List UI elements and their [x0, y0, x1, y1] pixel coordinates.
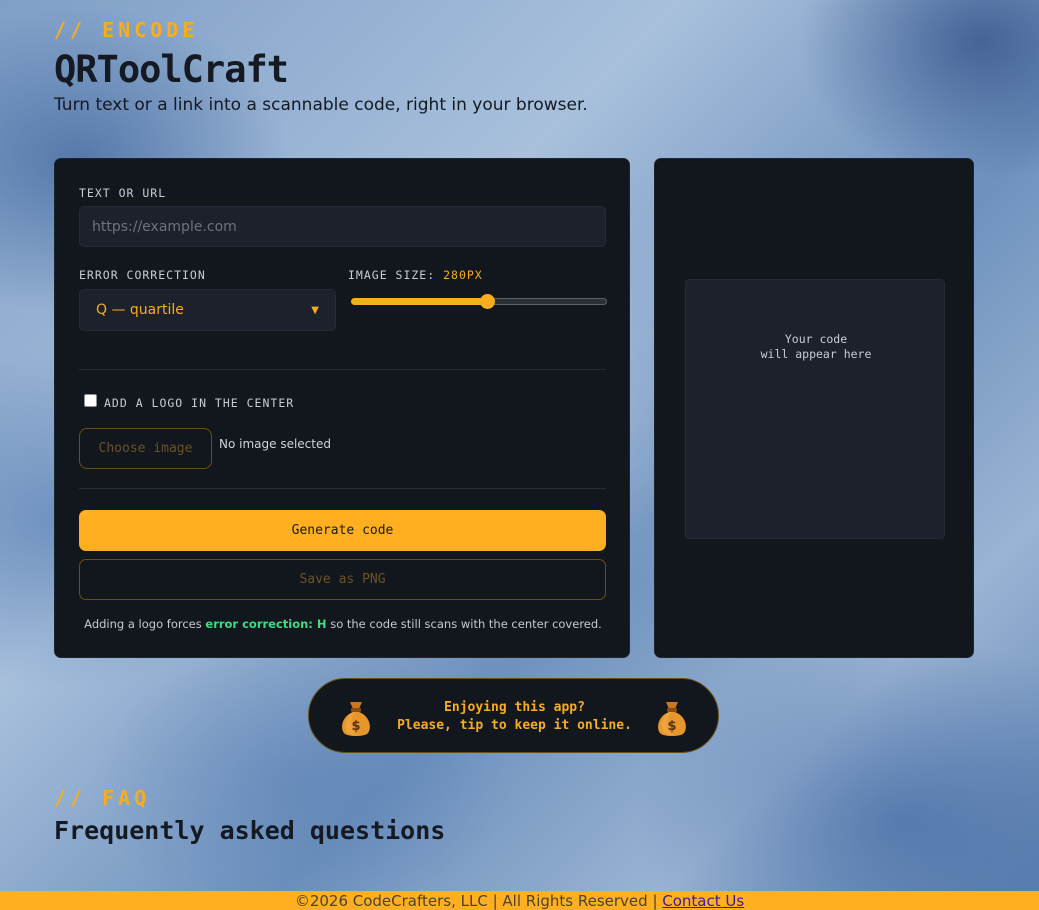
svg-text:$: $: [667, 719, 676, 734]
money-bag-icon: $: [342, 702, 370, 736]
page-footer: ©2026 CodeCrafters, LLC | All Rights Res…: [0, 891, 1039, 910]
choose-image-button[interactable]: Choose image: [79, 428, 212, 469]
no-image-status: No image selected: [219, 437, 331, 451]
generate-code-button[interactable]: Generate code: [79, 510, 606, 551]
text-url-label: TEXT OR URL: [79, 186, 167, 200]
tip-banner[interactable]: $ Enjoying this app? Please, tip to keep…: [308, 678, 719, 753]
tip-line-2: Please, tip to keep it online.: [397, 718, 632, 733]
error-correction-select[interactable]: Q — quartile ▼: [79, 289, 336, 331]
preview-card: Your code will appear here: [654, 158, 974, 658]
chevron-down-icon: ▼: [311, 304, 319, 316]
page-title: QRToolCraft: [54, 48, 289, 91]
tip-message: Enjoying this app? Please, tip to keep i…: [371, 699, 658, 735]
logo-note-text-end: so the code still scans with the center …: [326, 617, 602, 631]
form-divider: [79, 369, 606, 370]
form-divider: [79, 488, 606, 489]
image-size-label: IMAGE SIZE: 280PX: [348, 268, 483, 282]
preview-placeholder: Your code will appear here: [760, 332, 872, 361]
logo-note: Adding a logo forces error correction: H…: [55, 617, 631, 631]
error-correction-label: ERROR CORRECTION: [79, 268, 206, 282]
encoder-form-card: TEXT OR URL ERROR CORRECTION Q — quartil…: [54, 158, 630, 658]
faq-kicker: // FAQ: [54, 786, 151, 810]
error-correction-value: Q — quartile: [96, 302, 184, 318]
slider-thumb[interactable]: [480, 294, 495, 309]
save-png-button[interactable]: Save as PNG: [79, 559, 606, 600]
faq-section: // FAQ Frequently asked questions: [54, 786, 445, 845]
section-kicker: // ENCODE: [54, 18, 199, 42]
faq-title: Frequently asked questions: [54, 816, 446, 845]
image-size-label-text: IMAGE SIZE:: [348, 268, 436, 282]
page-subtitle: Turn text or a link into a scannable cod…: [54, 95, 588, 115]
image-size-slider[interactable]: [351, 294, 607, 309]
contact-us-link[interactable]: Contact Us: [662, 892, 744, 910]
add-logo-checkbox[interactable]: [84, 394, 97, 407]
tip-line-1: Enjoying this app?: [444, 700, 585, 715]
logo-note-highlight: error correction: H: [205, 617, 327, 631]
footer-copyright: ©2026 CodeCrafters, LLC | All Rights Res…: [294, 892, 663, 910]
page-header: // ENCODE QRToolCraft Turn text or a lin…: [54, 18, 588, 115]
add-logo-label: ADD A LOGO IN THE CENTER: [104, 396, 295, 410]
svg-text:$: $: [351, 719, 360, 734]
text-url-input[interactable]: [79, 206, 606, 247]
qr-preview-area: Your code will appear here: [685, 279, 945, 539]
image-size-value: 280PX: [443, 268, 483, 282]
logo-note-text: Adding a logo forces: [84, 617, 206, 631]
slider-fill: [351, 298, 487, 305]
money-bag-icon: $: [658, 702, 686, 736]
